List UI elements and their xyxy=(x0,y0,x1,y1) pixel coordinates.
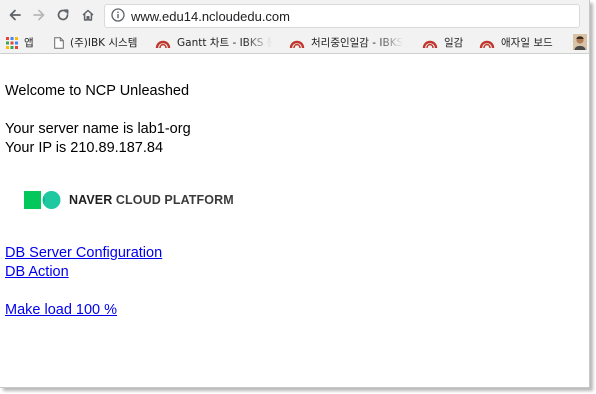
avatar-icon xyxy=(573,33,587,50)
bookmark-apps[interactable]: 앱 xyxy=(6,34,34,51)
page-icon xyxy=(54,36,64,49)
home-icon xyxy=(82,9,94,21)
apps-grid-icon xyxy=(6,36,18,49)
bookmark-processing-tasks[interactable]: 처리중인일감 - IBKS xyxy=(289,34,411,51)
bookmark-label: 애자일 보드 xyxy=(501,37,553,49)
back-arrow-icon xyxy=(9,9,21,21)
browser-window: www.edu14.ncloudedu.com 앱 (주)IBK 시스템 Gan… xyxy=(0,0,590,388)
bookmark-label: Gantt 차트 - IBKS 통 xyxy=(177,37,272,49)
bookmark-label: (주)IBK 시스템 xyxy=(70,37,138,49)
logo-wordmark: NAVER CLOUD PLATFORM xyxy=(69,193,234,207)
server-name-text: Your server name is lab1-org xyxy=(5,121,191,137)
bookmark-tasks[interactable]: 일감 xyxy=(422,34,463,51)
address-bar[interactable]: www.edu14.ncloudedu.com xyxy=(104,4,580,28)
arch-favicon-icon xyxy=(289,37,305,49)
forward-arrow-icon xyxy=(33,9,45,21)
forward-button[interactable] xyxy=(28,4,50,26)
ncp-logo-mark-icon xyxy=(24,191,61,209)
back-button[interactable] xyxy=(4,4,26,26)
bookmark-label: 일감 xyxy=(444,37,464,49)
bookmark-avatar[interactable] xyxy=(573,33,589,50)
info-icon[interactable] xyxy=(111,8,125,22)
bookmark-ibk-system[interactable]: (주)IBK 시스템 xyxy=(54,34,137,51)
logo-wordmark-rest: CLOUD PLATFORM xyxy=(115,193,234,207)
browser-toolbar: www.edu14.ncloudedu.com xyxy=(0,0,589,31)
url-text: www.edu14.ncloudedu.com xyxy=(131,9,290,24)
welcome-heading: Welcome to NCP Unleashed xyxy=(5,83,190,99)
home-button[interactable] xyxy=(77,4,99,26)
arch-favicon-icon xyxy=(479,37,495,49)
ip-address-text: Your IP is 210.89.187.84 xyxy=(5,140,164,156)
bookmark-label: 앱 xyxy=(24,37,34,49)
reload-icon xyxy=(57,9,69,21)
db-action-link[interactable]: DB Action xyxy=(5,264,69,280)
reload-button[interactable] xyxy=(52,4,74,26)
arch-favicon-icon xyxy=(155,37,171,49)
logo-wordmark-bold: NAVER xyxy=(69,193,113,207)
make-load-link[interactable]: Make load 100 % xyxy=(5,302,117,318)
db-server-configuration-link[interactable]: DB Server Configuration xyxy=(5,245,162,261)
bookmark-agile-board[interactable]: 애자일 보드 xyxy=(479,34,553,51)
arch-favicon-icon xyxy=(422,37,438,49)
bookmark-label: 처리중인일감 - IBKS xyxy=(311,37,404,49)
bookmarks-bar: 앱 (주)IBK 시스템 Gantt 차트 - IBKS 통 처리중인일감 - … xyxy=(0,31,589,54)
naver-cloud-platform-logo: NAVER CLOUD PLATFORM xyxy=(24,190,234,210)
page-content: Welcome to NCP Unleashed Your server nam… xyxy=(5,54,589,387)
bookmark-gantt[interactable]: Gantt 차트 - IBKS 통 xyxy=(155,34,272,51)
